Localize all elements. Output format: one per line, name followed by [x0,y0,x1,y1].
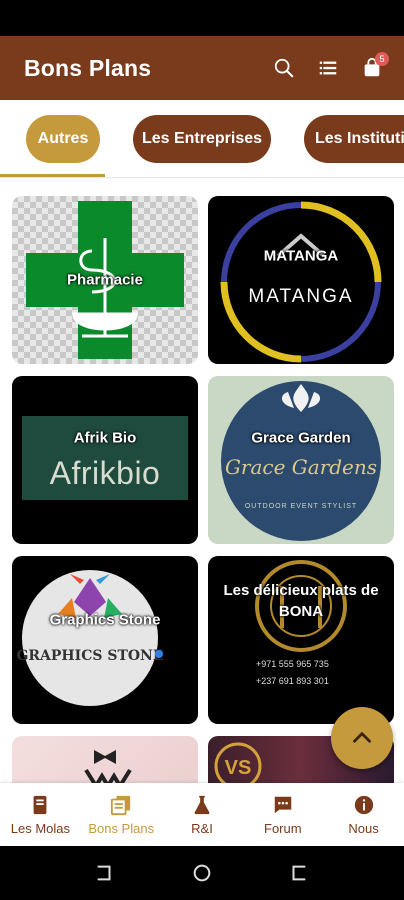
card-grace-garden[interactable]: Grace Gardens OUTDOOR EVENT STYLIST Grac… [208,376,394,544]
nav-label: R&I [191,820,213,836]
nav-les-molas[interactable]: Les Molas [0,783,81,846]
nav-forum[interactable]: Forum [242,783,323,846]
info-icon [354,795,373,814]
card-label: Grace Garden [251,429,351,447]
bottom-navigation: Les Molas Bons Plans R&I Forum Nous [0,783,404,846]
app-bar: Bons Plans 5 [0,36,404,100]
card-label: Pharmacie [67,271,143,289]
svg-text:Grace Gardens: Grace Gardens [225,455,377,479]
card-graphics-stone[interactable]: GRAPHICS STONE Graphics Stone [12,556,198,724]
svg-text:GRAPHICS STONE: GRAPHICS STONE [16,648,163,664]
system-navigation-bar [0,846,404,900]
card-partial-left[interactable] [12,736,198,783]
afrikbio-logo-text: Afrikbio [49,455,161,491]
nav-nous[interactable]: Nous [323,783,404,846]
scroll-to-top-button[interactable] [331,707,393,769]
tab-les-institutions[interactable]: Les Institutions [304,115,404,163]
bona-contact-lines: +971 555 965 735 +237 691 893 301 [256,656,329,690]
flask-icon [194,795,210,814]
card-matanga[interactable]: MATANGA MATANGA [208,196,394,364]
card-label: Afrik Bio [73,429,137,447]
search-icon [274,58,294,78]
card-label: Les délicieux plats de BONA [223,582,379,621]
recents-icon[interactable] [93,862,115,884]
nav-r-and-i[interactable]: R&I [162,783,243,846]
back-icon[interactable] [288,862,310,884]
bona-phone-1: +971 555 965 735 [256,659,329,669]
tab-autres[interactable]: Autres [26,115,100,163]
cart-button[interactable]: 5 [352,48,392,88]
svg-text:OUTDOOR EVENT STYLIST: OUTDOOR EVENT STYLIST [245,503,357,510]
matanga-ring-logo: MATANGA [220,201,382,363]
page-title: Bons Plans [24,54,152,81]
card-label: Graphics Stone [49,611,161,629]
nav-bons-plans[interactable]: Bons Plans [81,783,162,846]
category-tabs: Autres Les Entreprises Les Institutions [0,100,404,178]
cart-badge: 5 [375,52,389,66]
bona-phone-2: +237 691 893 301 [256,676,329,686]
card-afrik-bio[interactable]: Afrikbio Afrik Bio [12,376,198,544]
bowtie-logo [84,750,132,783]
status-bar [0,0,404,36]
nav-label: Nous [348,820,379,836]
list-view-button[interactable] [308,48,348,88]
svg-text:MATANGA: MATANGA [248,286,353,307]
nav-label: Forum [264,820,302,836]
grace-gardens-badge-logo: Grace Gardens OUTDOOR EVENT STYLIST [221,381,381,541]
list-icon [319,61,337,75]
chevron-up-icon [353,732,371,743]
card-pharmacie[interactable]: Pharmacie [12,196,198,364]
deals-icon [111,795,131,815]
card-label: MATANGA [263,247,339,265]
nav-label: Les Molas [10,820,71,836]
home-icon[interactable] [191,862,213,884]
search-button[interactable] [264,48,304,88]
chat-icon [274,796,292,813]
deals-grid: Pharmacie MATANGA MATANGA Afrikbio Afrik… [0,178,404,783]
graphics-stone-logo: GRAPHICS STONE [16,570,164,706]
svg-text:VS: VS [225,757,252,779]
card-bona[interactable]: +971 555 965 735 +237 691 893 301 Les dé… [208,556,394,724]
tab-les-entreprises[interactable]: Les Entreprises [133,115,271,163]
nav-label: Bons Plans [88,820,155,836]
book-icon [33,795,47,814]
